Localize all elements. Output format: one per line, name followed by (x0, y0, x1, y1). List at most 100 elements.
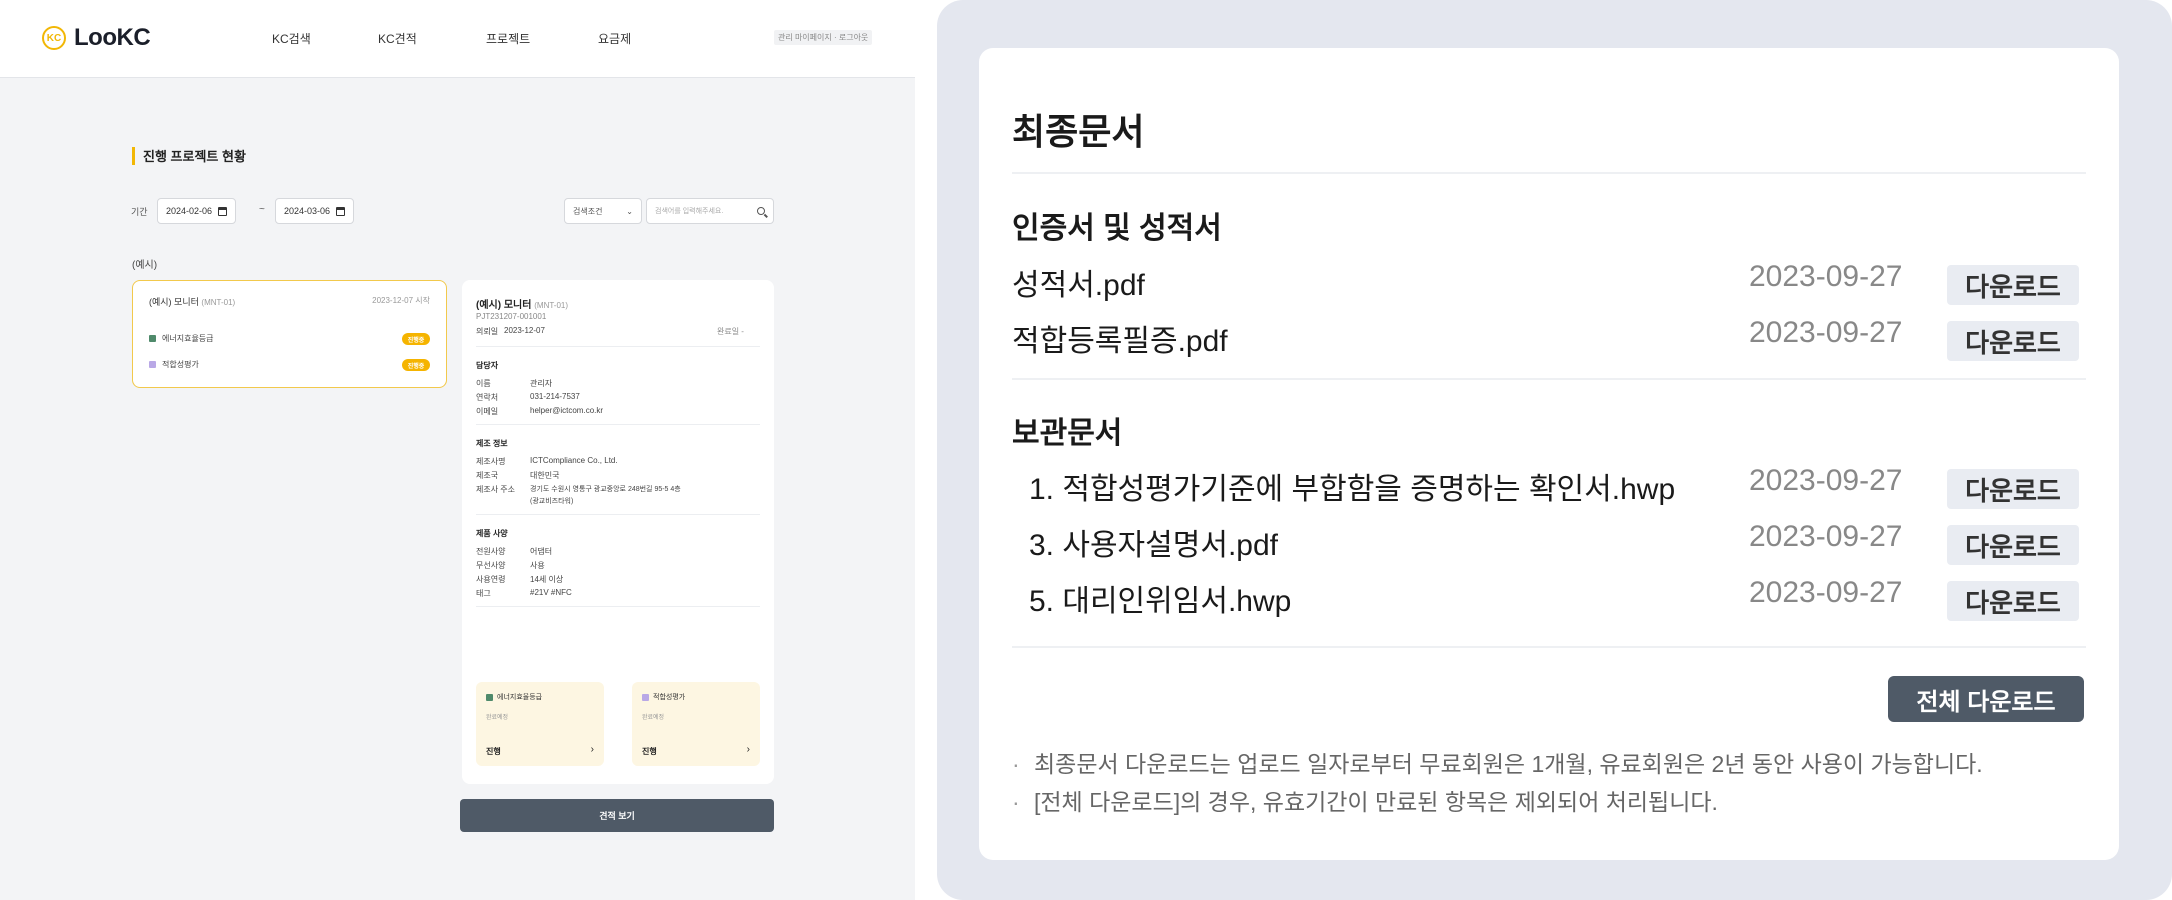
manager-name-value: 관리자 (530, 379, 553, 388)
download-button[interactable]: 다운로드 (1947, 581, 2079, 621)
final-documents-screen: 최종문서 인증서 및 성적서 성적서.pdf 2023-09-27 다운로드 적… (937, 0, 2172, 900)
date-range-separator: ~ (259, 204, 265, 215)
project-item: 적합성평가 (149, 359, 199, 370)
user-menu[interactable]: 관리 마이페이지 · 로그아웃 (774, 30, 873, 45)
project-item-label: 에너지효율등급 (162, 334, 214, 343)
nav-kc-search[interactable]: KC검색 (272, 30, 311, 47)
period-label: 기간 (131, 207, 148, 217)
detail-pjt-number: PJT231207-001001 (476, 312, 547, 321)
end-date-field[interactable]: 2024-03-06 (275, 198, 355, 224)
panel-title: 최종문서 (1012, 111, 1145, 152)
maker-title: 제조 정보 (476, 438, 508, 449)
final-documents-panel: 최종문서 인증서 및 성적서 성적서.pdf 2023-09-27 다운로드 적… (979, 48, 2119, 860)
detail-date-value: 2023-12-07 (504, 326, 545, 335)
manager-title-text: 담당자 (476, 361, 499, 370)
maker-country-value: 대한민국 (530, 471, 560, 480)
divider (476, 424, 760, 425)
status-badge: 진행중 (402, 359, 430, 371)
chevron-right-icon[interactable]: › (591, 744, 594, 755)
energy-dot-icon (486, 693, 493, 701)
status-badge: 진행중 (402, 333, 430, 345)
example-label: (예시) (132, 260, 158, 271)
top-navigation-bar: KC LooKC KC검색 KC견적 프로젝트 요금제 관리 마이페이지 · 로… (0, 0, 915, 78)
section-title-certificates: 인증서 및 성적서 (1012, 212, 1222, 245)
file-date: 2023-09-27 (1749, 316, 1903, 349)
project-item: 에너지효율등급 (149, 333, 214, 344)
file-date: 2023-09-27 (1749, 260, 1903, 293)
download-button[interactable]: 다운로드 (1947, 321, 2079, 361)
download-button[interactable]: 다운로드 (1947, 469, 2079, 509)
card-title-text: 에너지효율등급 (497, 694, 543, 701)
manager-phone-value: 031-214-7537 (530, 392, 580, 401)
file-name: 적합등록필증.pdf (1012, 325, 1228, 358)
kc-logo-icon: KC (42, 26, 66, 50)
project-dashboard-screen: KC LooKC KC검색 KC견적 프로젝트 요금제 관리 마이페이지 · 로… (0, 0, 915, 900)
divider (476, 606, 760, 607)
manager-title: 담당자 (476, 360, 498, 371)
project-start-date: 2023-12-07 시작 (372, 296, 430, 305)
section-title: 진행 프로젝트 현황 (132, 146, 246, 165)
card-title-text: 적합성평가 (653, 694, 686, 701)
manager-email-value: helper@ictcom.co.kr (530, 406, 604, 415)
file-date: 2023-09-27 (1749, 464, 1903, 497)
notice-item: · 최종문서 다운로드는 업로드 일자로부터 무료회원은 1개월, 유료회원은 2… (1012, 745, 1983, 779)
search-placeholder: 검색어를 입력해주세요. (655, 208, 724, 215)
download-button[interactable]: 다운로드 (1947, 525, 2079, 565)
project-name: (예시) 모니터 (149, 297, 199, 307)
download-button[interactable]: 다운로드 (1947, 265, 2079, 305)
nav-project[interactable]: 프로젝트 (486, 30, 530, 47)
search-input[interactable]: 검색어를 입력해주세요. (646, 198, 774, 224)
conformity-dot-icon (149, 361, 156, 368)
bullet: · (1012, 751, 1020, 777)
divider (1012, 646, 2086, 648)
file-date: 2023-09-27 (1749, 576, 1903, 609)
logo[interactable]: KC LooKC (42, 24, 151, 52)
detail-title: (예시) 모니터 (MNT-01) (476, 296, 568, 311)
view-quote-button[interactable]: 견적 보기 (460, 799, 774, 832)
maker-address-value-2: (광교비즈타워) (530, 498, 574, 505)
section-title-text: 진행 프로젝트 현황 (143, 149, 246, 164)
file-name: 3. 사용자설명서.pdf (1029, 529, 1278, 562)
detail-date-label: 의뢰일 (476, 327, 499, 336)
maker-address-label: 제조사 주소 (476, 485, 516, 494)
manager-email-label: 이메일 (476, 407, 499, 416)
energy-status-card[interactable]: 에너지효율등급 완료예정 진행 › (476, 682, 604, 766)
project-code: (MNT-01) (201, 298, 236, 307)
end-date-value: 2024-03-06 (284, 206, 331, 216)
project-detail-panel: (예시) 모니터 (MNT-01) PJT231207-001001 의뢰일 2… (462, 280, 774, 784)
divider (1012, 378, 2086, 380)
search-condition-select[interactable]: 검색조건 ⌄ (564, 198, 642, 224)
card-title: 에너지효율등급 (486, 692, 542, 702)
detail-name: (예시) 모니터 (476, 300, 532, 311)
wireless-value: 사용 (530, 561, 545, 570)
search-icon[interactable] (757, 207, 765, 215)
card-title: 적합성평가 (642, 692, 685, 702)
power-label: 전원사양 (476, 547, 506, 556)
conformity-status-card[interactable]: 적합성평가 완료예정 진행 › (632, 682, 760, 766)
nav-pricing[interactable]: 요금제 (598, 30, 631, 47)
tag-value: #21V #NFC (530, 588, 572, 597)
project-item-label: 적합성평가 (162, 360, 199, 369)
file-name: 1. 적합성평가기준에 부합함을 증명하는 확인서.hwp (1029, 473, 1676, 506)
nav-kc-quote[interactable]: KC견적 (378, 30, 417, 47)
file-name: 5. 대리인위임서.hwp (1029, 585, 1292, 618)
divider (476, 514, 760, 515)
power-value: 어댑터 (530, 547, 553, 556)
product-title: 제품 사양 (476, 528, 508, 539)
conformity-dot-icon (642, 693, 649, 701)
manager-phone-label: 연락처 (476, 393, 499, 402)
start-date-value: 2024-02-06 (166, 206, 213, 216)
file-date: 2023-09-27 (1749, 520, 1903, 553)
manager-name-label: 이름 (476, 379, 491, 388)
chevron-down-icon: ⌄ (626, 206, 633, 216)
logo-text: LooKC (74, 24, 151, 51)
wireless-label: 무선사양 (476, 561, 506, 570)
chevron-right-icon[interactable]: › (747, 744, 750, 755)
start-date-field[interactable]: 2024-02-06 (157, 198, 237, 224)
notice-text: [전체 다운로드]의 경우, 유효기간이 만료된 항목은 제외되어 처리됩니다. (1034, 789, 1718, 815)
maker-name-label: 제조사명 (476, 457, 506, 466)
project-card[interactable]: (예시) 모니터 (MNT-01) 2023-12-07 시작 에너지효율등급 … (132, 280, 447, 388)
section-accent-bar (132, 146, 135, 165)
download-all-button[interactable]: 전체 다운로드 (1888, 676, 2084, 722)
calendar-icon (336, 206, 346, 216)
